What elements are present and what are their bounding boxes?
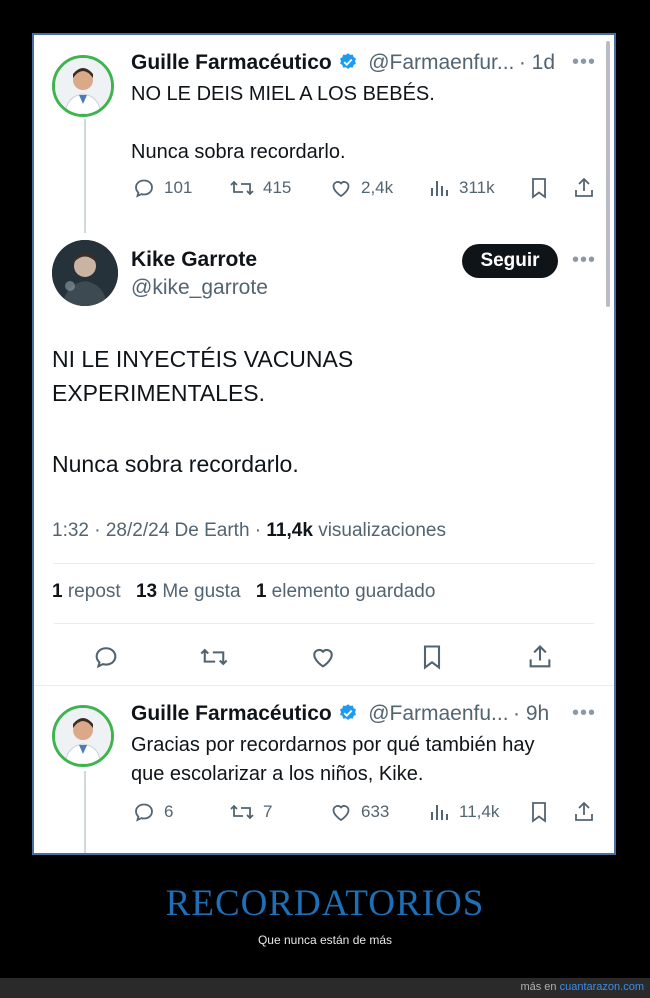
reposts-stat-count: 1	[52, 581, 63, 602]
views-button[interactable]: 311k	[429, 176, 495, 200]
bookmarks-stat-count: 1	[255, 581, 267, 602]
share-icon	[575, 177, 593, 197]
credit-text: más en cuantarazon.com	[520, 981, 644, 993]
tweet2-timestamp[interactable]: 1:32 · 28/2/24 De Earth ·	[52, 520, 261, 541]
share-icon	[529, 645, 551, 668]
repost-button[interactable]: 415	[229, 176, 291, 200]
tweet3-time[interactable]: · 9h	[513, 702, 549, 725]
reply-count: 101	[164, 178, 193, 197]
screenshot-frame: Guille Farmacéutico @Farmaenfur... · 1d …	[32, 33, 616, 855]
views-count: 11,4k	[459, 802, 500, 821]
tweet2-author-name[interactable]: Kike Garrote	[131, 248, 257, 272]
likes-stat-label: Me gusta	[162, 581, 241, 602]
avatar-kike[interactable]	[52, 240, 118, 306]
tweet1-header: Guille Farmacéutico @Farmaenfur... · 1d	[131, 51, 555, 77]
reply-icon	[135, 179, 153, 198]
bookmark-icon	[532, 178, 546, 199]
more-icon[interactable]: •••	[572, 249, 596, 272]
likes-stat[interactable]: 13 Me gusta	[136, 581, 241, 602]
like-count: 2,4k	[361, 178, 394, 197]
tweet3-author-name[interactable]: Guille Farmacéutico	[131, 702, 332, 725]
more-icon[interactable]: •••	[572, 702, 596, 725]
tweet3-text-line1: Gracias por recordarnos por qué también …	[131, 734, 535, 756]
tweet1-author-name[interactable]: Guille Farmacéutico	[131, 51, 332, 74]
bookmark-button[interactable]	[528, 800, 550, 824]
likes-stat-count: 13	[135, 581, 158, 602]
scrollbar[interactable]	[606, 41, 610, 307]
bookmark-button[interactable]	[528, 176, 550, 200]
follow-button[interactable]: Seguir	[462, 244, 558, 278]
tweet1-text-line2: Nunca sobra recordarlo.	[131, 141, 346, 163]
tweet2-stats: 1 repost 13 Me gusta 1 elemento guardado	[52, 581, 435, 603]
like-icon	[332, 805, 350, 822]
like-count: 633	[361, 802, 390, 821]
bookmarks-stat[interactable]: 1 elemento guardado	[256, 581, 436, 602]
tweet2-views-label: visualizaciones	[318, 520, 446, 541]
tweet2-text-line1: NI LE INYECTÉIS VACUNAS	[52, 346, 354, 372]
tweet3-handle[interactable]: @Farmaenfu...	[368, 702, 508, 725]
tweet1-time[interactable]: · 1d	[519, 51, 555, 74]
repost-button[interactable]	[199, 643, 229, 671]
avatar-guille[interactable]	[52, 705, 114, 767]
repost-icon	[230, 180, 254, 196]
tweet2-views-count: 11,4k	[266, 520, 313, 541]
tweet2-handle[interactable]: @kike_garrote	[131, 276, 268, 300]
avatar-guille-image	[55, 708, 111, 764]
reply-icon	[135, 803, 153, 822]
tweet2-meta: 1:32 · 28/2/24 De Earth · 11,4k visualiz…	[52, 520, 446, 542]
tweet2-text-line2: EXPERIMENTALES.	[52, 380, 266, 406]
verified-icon	[338, 52, 358, 77]
bookmark-icon	[423, 645, 441, 670]
repost-icon	[200, 648, 228, 666]
more-icon[interactable]: •••	[572, 51, 596, 74]
like-button[interactable]	[309, 643, 337, 671]
credit-site-link[interactable]: cuantarazon.com	[560, 981, 644, 993]
tweet3-text-line2: que escolarizar a los niños, Kike.	[131, 763, 424, 785]
tweet3-header: Guille Farmacéutico @Farmaenfu... · 9h	[131, 702, 549, 728]
tweet3-actions: 6 7 633 11,4k	[34, 797, 614, 827]
like-button[interactable]: 633	[329, 800, 389, 824]
divider	[54, 623, 594, 624]
divider	[54, 563, 594, 564]
views-count: 311k	[459, 178, 495, 197]
views-icon	[431, 805, 448, 820]
meme-title: RECORDATORIOS	[165, 883, 485, 924]
reply-count: 6	[164, 802, 174, 821]
like-icon	[332, 181, 350, 198]
reposts-stat[interactable]: 1 repost	[52, 581, 121, 602]
like-button[interactable]: 2,4k	[329, 176, 393, 200]
views-icon	[431, 181, 448, 196]
tweet2-text-line3: Nunca sobra recordarlo.	[52, 451, 299, 477]
bookmark-button[interactable]	[419, 643, 445, 671]
tweet2-actions	[34, 639, 614, 675]
tweet1-actions: 101 415 2,4k 311k	[34, 173, 614, 203]
credit-bar: más en cuantarazon.com	[0, 978, 650, 998]
avatar-guille-image	[55, 58, 111, 114]
like-icon	[313, 648, 333, 668]
bookmark-icon	[532, 802, 546, 823]
avatar-guille[interactable]	[52, 55, 114, 117]
credit-prefix: más en	[520, 981, 557, 993]
divider	[34, 685, 614, 686]
reply-icon	[95, 647, 117, 669]
repost-button[interactable]: 7	[229, 800, 272, 824]
meme-subtitle: Que nunca están de más	[257, 933, 393, 947]
share-button[interactable]	[526, 643, 554, 671]
avatar-kike-image	[52, 240, 118, 306]
share-button[interactable]	[572, 800, 596, 824]
share-icon	[575, 801, 593, 821]
reposts-stat-label: repost	[67, 581, 121, 602]
bookmarks-stat-label: elemento guardado	[271, 581, 436, 602]
reply-button[interactable]	[92, 643, 120, 671]
share-button[interactable]	[572, 176, 596, 200]
repost-icon	[230, 804, 254, 820]
tweet1-handle[interactable]: @Farmaenfur...	[368, 51, 514, 74]
verified-icon	[338, 703, 358, 728]
repost-count: 7	[263, 802, 273, 821]
reply-button[interactable]: 101	[132, 176, 192, 200]
repost-count: 415	[263, 178, 292, 197]
views-button[interactable]: 11,4k	[429, 800, 499, 824]
reply-button[interactable]: 6	[132, 800, 173, 824]
tweet1-text-line1: NO LE DEIS MIEL A LOS BEBÉS.	[131, 83, 435, 105]
